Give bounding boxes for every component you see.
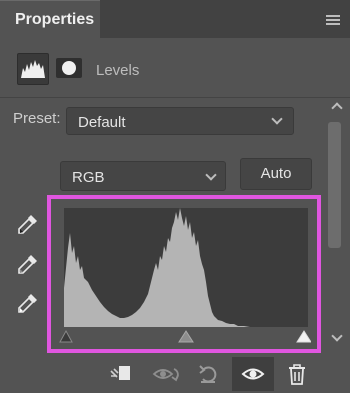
auto-button[interactable]: Auto: [240, 158, 312, 190]
trash-icon[interactable]: [285, 363, 309, 385]
preset-value: Default: [78, 114, 126, 131]
properties-panel: Properties Levels Preset: Default RGB Au…: [0, 0, 350, 393]
white-point-eyedropper-icon[interactable]: [16, 291, 40, 315]
clip-to-layer-icon[interactable]: [108, 363, 132, 385]
levels-adjustment-icon[interactable]: [17, 53, 49, 85]
scroll-up-arrow[interactable]: [331, 102, 343, 114]
scroll-down-arrow[interactable]: [331, 330, 343, 342]
histogram: [64, 208, 308, 327]
channel-dropdown[interactable]: RGB: [60, 161, 226, 191]
histogram-graph: [64, 208, 250, 327]
hamburger-icon[interactable]: [326, 15, 340, 25]
layer-mask-icon[interactable]: [56, 58, 82, 78]
chevron-down-icon: [271, 113, 283, 125]
tab-properties[interactable]: Properties: [0, 0, 100, 38]
channel-value: RGB: [72, 169, 105, 186]
adjustment-type-label: Levels: [96, 62, 140, 79]
panel-footer: [0, 355, 350, 393]
scrollbar-thumb[interactable]: [328, 122, 341, 248]
preset-label: Preset:: [13, 110, 61, 127]
highlight-slider: [296, 330, 312, 343]
shadow-slider: [59, 329, 73, 343]
chevron-down-icon: [205, 169, 217, 181]
midtone-slider: [178, 330, 194, 343]
preset-dropdown[interactable]: Default: [66, 107, 294, 135]
gray-point-eyedropper-icon[interactable]: [16, 252, 40, 276]
black-point-eyedropper-icon[interactable]: [16, 212, 40, 236]
histogram-highlight: [47, 195, 321, 353]
toggle-visibility-icon[interactable]: [241, 363, 265, 385]
view-previous-state-icon[interactable]: [152, 363, 182, 385]
tab-properties-label: Properties: [15, 11, 95, 28]
panel-titlebar: Properties: [0, 0, 350, 38]
reset-icon[interactable]: [197, 363, 221, 385]
input-levels-slider: [59, 327, 312, 345]
adjustment-header: Levels: [0, 38, 350, 98]
